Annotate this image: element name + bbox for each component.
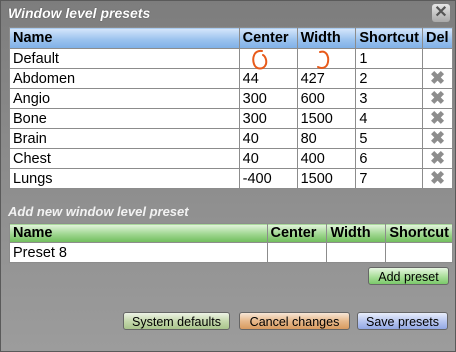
delete-cell: ✖ <box>422 108 453 129</box>
delete-icon[interactable]: ✖ <box>430 110 445 128</box>
column-header-width[interactable]: Width <box>296 27 357 49</box>
new-column-header-name: Name <box>9 223 268 243</box>
column-header-center[interactable]: Center <box>238 27 298 49</box>
preset-name-cell[interactable]: Lungs <box>9 168 240 189</box>
preset-width-cell[interactable]: 1500 <box>296 168 357 189</box>
new-preset-table: Name Center Width Shortcut Preset 8 <box>9 223 453 263</box>
delete-icon[interactable]: ✖ <box>430 90 445 108</box>
preset-shortcut-cell[interactable]: 7 <box>355 168 423 189</box>
preset-shortcut-cell[interactable]: 1 <box>355 48 423 69</box>
system-defaults-button[interactable]: System defaults <box>123 312 230 330</box>
preset-name-cell[interactable]: Chest <box>9 148 240 169</box>
preset-name-cell[interactable]: Brain <box>9 128 240 149</box>
preset-shortcut-cell[interactable]: 5 <box>355 128 423 149</box>
close-icon[interactable]: ✕ <box>432 4 450 22</box>
presets-table: Name Center Width Shortcut Del Default 1 A… <box>9 27 453 189</box>
preset-name-cell[interactable]: Angio <box>9 88 240 109</box>
preset-center-cell[interactable]: 40 <box>238 148 298 169</box>
preset-shortcut-cell[interactable]: 6 <box>355 148 423 169</box>
preset-width-cell[interactable]: 400 <box>296 148 357 169</box>
preset-shortcut-cell[interactable]: 3 <box>355 88 423 109</box>
delete-cell: ✖ <box>422 168 453 189</box>
preset-name-cell[interactable]: Bone <box>9 108 240 129</box>
annotation-circle-width <box>317 50 330 69</box>
preset-center-cell[interactable]: 300 <box>238 88 298 109</box>
delete-icon[interactable]: ✖ <box>430 130 445 148</box>
preset-row[interactable]: Abdomen 44 427 2 ✖ <box>9 68 453 89</box>
new-column-header-shortcut: Shortcut <box>385 223 453 243</box>
delete-cell: ✖ <box>422 88 453 109</box>
preset-width-cell[interactable]: 1500 <box>296 108 357 129</box>
column-header-name[interactable]: Name <box>9 27 240 49</box>
new-preset-row: Preset 8 <box>9 242 453 263</box>
preset-width-cell[interactable]: 80 <box>296 128 357 149</box>
delete-cell: ✖ <box>422 68 453 89</box>
delete-cell: ✖ <box>422 128 453 149</box>
preset-row[interactable]: Chest 40 400 6 ✖ <box>9 148 453 169</box>
new-preset-center-input[interactable] <box>266 242 328 263</box>
save-presets-button[interactable]: Save presets <box>357 312 448 330</box>
preset-row[interactable]: Angio 300 600 3 ✖ <box>9 88 453 109</box>
presets-header-row: Name Center Width Shortcut Del <box>9 27 453 49</box>
dialog-title: Window level presets <box>8 5 151 21</box>
new-preset-width-input[interactable] <box>326 242 387 263</box>
preset-row[interactable]: Bone 300 1500 4 ✖ <box>9 108 453 129</box>
preset-name-cell[interactable]: Abdomen <box>9 68 240 89</box>
add-preset-button[interactable]: Add preset <box>368 267 449 285</box>
preset-center-cell[interactable]: 40 <box>238 128 298 149</box>
cancel-changes-button[interactable]: Cancel changes <box>239 312 350 330</box>
new-preset-name-input[interactable]: Preset 8 <box>9 242 268 263</box>
new-preset-header-row: Name Center Width Shortcut <box>9 223 453 243</box>
new-preset-shortcut-input[interactable] <box>385 242 453 263</box>
preset-shortcut-cell[interactable]: 4 <box>355 108 423 129</box>
column-header-shortcut[interactable]: Shortcut <box>355 27 423 49</box>
delete-icon[interactable]: ✖ <box>430 150 445 168</box>
preset-shortcut-cell[interactable]: 2 <box>355 68 423 89</box>
preset-name-cell[interactable]: Default <box>9 48 240 69</box>
preset-width-cell[interactable]: 600 <box>296 88 357 109</box>
delete-icon[interactable]: ✖ <box>430 170 445 188</box>
preset-row[interactable]: Default 1 <box>9 48 453 69</box>
preset-row[interactable]: Brain 40 80 5 ✖ <box>9 128 453 149</box>
window-level-presets-dialog: Window level presets ✕ Name Center Width… <box>0 0 456 352</box>
preset-row[interactable]: Lungs -400 1500 7 ✖ <box>9 168 453 189</box>
new-column-header-center: Center <box>266 223 328 243</box>
preset-center-cell[interactable]: 300 <box>238 108 298 129</box>
delete-cell <box>422 48 453 69</box>
new-preset-section-title: Add new window level preset <box>8 204 189 219</box>
column-header-delete[interactable]: Del <box>422 27 453 49</box>
new-column-header-width: Width <box>326 223 387 243</box>
delete-cell: ✖ <box>422 148 453 169</box>
delete-icon[interactable]: ✖ <box>430 70 445 88</box>
annotation-circle-center <box>252 49 268 70</box>
preset-center-cell[interactable]: -400 <box>238 168 298 189</box>
